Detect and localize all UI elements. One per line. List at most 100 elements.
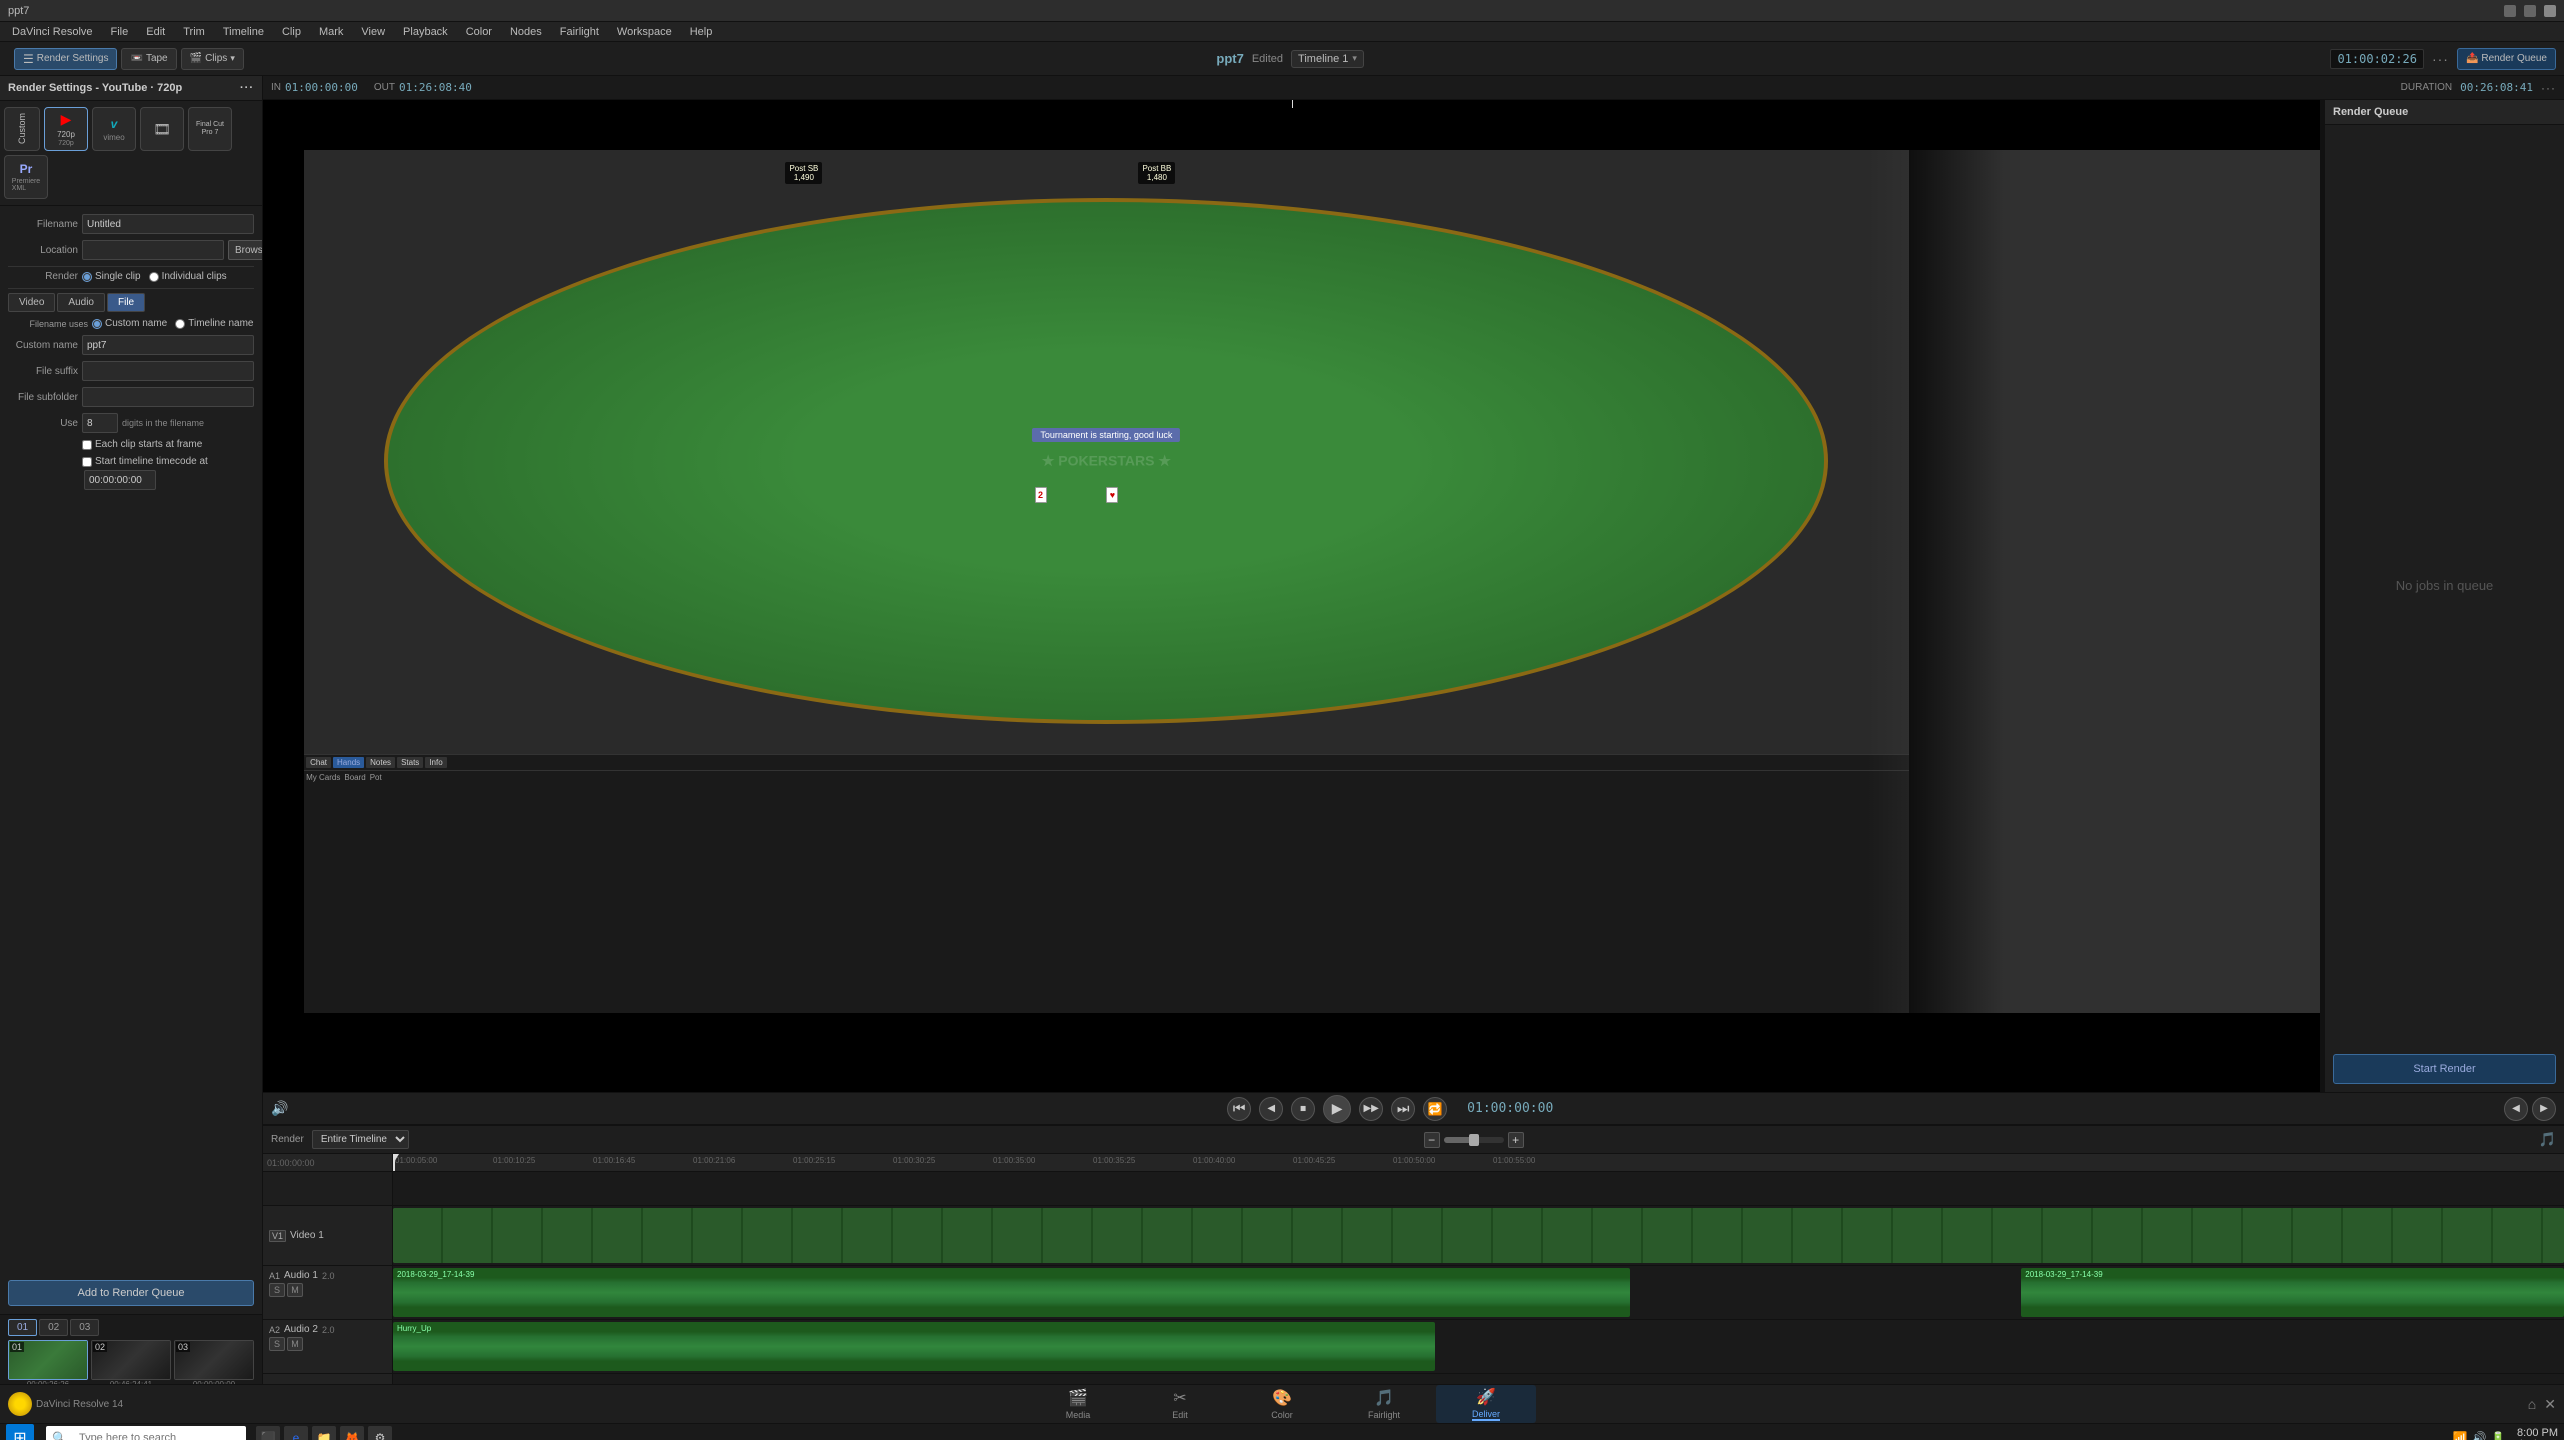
- taskbar-explorer-button[interactable]: 📁: [312, 1426, 336, 1440]
- browse-button[interactable]: Browse: [228, 240, 262, 260]
- tray-network-icon[interactable]: 📶: [2453, 1431, 2468, 1440]
- menu-timeline[interactable]: Timeline: [215, 22, 272, 42]
- menu-playback[interactable]: Playback: [395, 22, 456, 42]
- a1-solo-button[interactable]: S: [269, 1283, 285, 1297]
- a1-clip-2[interactable]: 2018-03-29_17-14-39: [2021, 1268, 2564, 1317]
- nav-fairlight[interactable]: 🎵 Fairlight: [1334, 1385, 1434, 1423]
- a2-solo-button[interactable]: S: [269, 1337, 285, 1351]
- file-subfolder-input[interactable]: [82, 387, 254, 407]
- menu-view[interactable]: View: [353, 22, 393, 42]
- individual-clips-radio[interactable]: [149, 272, 159, 282]
- maximize-button[interactable]: [2524, 5, 2536, 17]
- loop-button[interactable]: 🔁: [1423, 1097, 1447, 1121]
- a2-mute-button[interactable]: M: [287, 1337, 303, 1351]
- tape-button[interactable]: 📼 Tape: [121, 48, 176, 70]
- each-clip-checkbox-label[interactable]: Each clip starts at frame: [82, 439, 202, 450]
- individual-clips-option[interactable]: Individual clips: [149, 271, 227, 282]
- timeline-name-option[interactable]: Timeline name: [175, 318, 253, 329]
- location-input[interactable]: [82, 240, 224, 260]
- start-timecode-input[interactable]: [84, 470, 156, 490]
- a2-clip[interactable]: Hurry_Up: [393, 1322, 1435, 1371]
- three-dots-icon[interactable]: ···: [2432, 51, 2449, 67]
- preset-youtube[interactable]: ▶ 720p 720p: [44, 107, 88, 151]
- a1-clip-1[interactable]: 2018-03-29_17-14-39: [393, 1268, 1630, 1317]
- prev-frame-button[interactable]: ◀: [2504, 1097, 2528, 1121]
- tab-audio[interactable]: Audio: [57, 293, 105, 312]
- taskbar-search-input[interactable]: [71, 1426, 240, 1440]
- zoom-slider[interactable]: [1444, 1137, 1504, 1143]
- nav-home-icon[interactable]: ⌂: [2528, 1396, 2536, 1412]
- a1-mute-button[interactable]: M: [287, 1283, 303, 1297]
- menu-clip[interactable]: Clip: [274, 22, 309, 42]
- nav-settings-icon[interactable]: ✕: [2544, 1396, 2556, 1413]
- timecode-checkbox[interactable]: [82, 457, 92, 467]
- menu-workspace[interactable]: Workspace: [609, 22, 680, 42]
- volume-icon[interactable]: 🔊: [271, 1100, 288, 1117]
- nav-edit[interactable]: ✂ Edit: [1130, 1385, 1230, 1423]
- preset-film[interactable]: 🎞: [140, 107, 184, 151]
- menu-nodes[interactable]: Nodes: [502, 22, 550, 42]
- menu-trim[interactable]: Trim: [175, 22, 213, 42]
- add-to-render-queue-button[interactable]: Add to Render Queue: [8, 1280, 254, 1306]
- preset-vimeo[interactable]: v vimeo: [92, 107, 136, 151]
- preset-finalcut[interactable]: Final CutPro 7: [188, 107, 232, 151]
- single-clip-option[interactable]: Single clip: [82, 271, 141, 282]
- go-to-start-button[interactable]: ⏮: [1227, 1097, 1251, 1121]
- menu-file[interactable]: File: [103, 22, 137, 42]
- preset-custom[interactable]: Custom: [4, 107, 40, 151]
- menu-fairlight[interactable]: Fairlight: [552, 22, 607, 42]
- menu-davinci[interactable]: DaVinci Resolve: [4, 22, 101, 42]
- tab-video[interactable]: Video: [8, 293, 55, 312]
- custom-name-option[interactable]: Custom name: [92, 318, 167, 329]
- taskbar-ie-button[interactable]: e: [284, 1426, 308, 1440]
- clip-tab-02[interactable]: 02: [39, 1319, 68, 1336]
- timeline-selector[interactable]: Timeline 1 ▾: [1291, 50, 1364, 68]
- menu-color[interactable]: Color: [458, 22, 500, 42]
- filename-input[interactable]: [82, 214, 254, 234]
- taskbar-firefox-button[interactable]: 🦊: [340, 1426, 364, 1440]
- timeline-name-radio[interactable]: [175, 319, 185, 329]
- start-render-button[interactable]: Start Render: [2333, 1054, 2556, 1084]
- next-frame-button[interactable]: ▶: [2532, 1097, 2556, 1121]
- chat-tab[interactable]: Chat: [306, 757, 331, 768]
- stats-tab[interactable]: Stats: [397, 757, 423, 768]
- custom-name-radio[interactable]: [92, 319, 102, 329]
- menu-edit[interactable]: Edit: [138, 22, 173, 42]
- v1-clip[interactable]: [393, 1208, 2564, 1263]
- nav-color[interactable]: 🎨 Color: [1232, 1385, 1332, 1423]
- notes-tab[interactable]: Notes: [366, 757, 395, 768]
- entire-timeline-dropdown[interactable]: Entire Timeline: [312, 1130, 409, 1149]
- taskbar-app-button[interactable]: ⚙: [368, 1426, 392, 1440]
- clips-button[interactable]: 🎬 Clips ▾: [181, 48, 244, 70]
- zoom-out-button[interactable]: −: [1424, 1132, 1440, 1148]
- each-clip-checkbox[interactable]: [82, 440, 92, 450]
- single-clip-radio[interactable]: [82, 272, 92, 282]
- hands-tab[interactable]: Hands: [333, 757, 364, 768]
- nav-deliver[interactable]: 🚀 Deliver: [1436, 1385, 1536, 1423]
- preset-premiere[interactable]: Pr PremiereXML: [4, 155, 48, 199]
- tab-file[interactable]: File: [107, 293, 145, 312]
- menu-help[interactable]: Help: [682, 22, 721, 42]
- file-suffix-input[interactable]: [82, 361, 254, 381]
- step-back-button[interactable]: ◀: [1259, 1097, 1283, 1121]
- menu-mark[interactable]: Mark: [311, 22, 351, 42]
- stop-button[interactable]: ⏹: [1291, 1097, 1315, 1121]
- timecode-more-icon[interactable]: ···: [2541, 81, 2556, 95]
- start-button[interactable]: ⊞: [6, 1424, 34, 1440]
- zoom-handle[interactable]: [1469, 1134, 1479, 1146]
- info-tab[interactable]: Info: [425, 757, 446, 768]
- minimize-button[interactable]: [2504, 5, 2516, 17]
- v1-ctrl-btn[interactable]: V1: [269, 1230, 286, 1242]
- clip-tab-03[interactable]: 03: [70, 1319, 99, 1336]
- step-forward-button[interactable]: ▶▶: [1359, 1097, 1383, 1121]
- settings-more-icon[interactable]: ···: [240, 82, 254, 94]
- close-button[interactable]: [2544, 5, 2556, 17]
- go-to-end-button[interactable]: ⏭: [1391, 1097, 1415, 1121]
- render-queue-button[interactable]: 📤 Render Queue: [2457, 48, 2556, 70]
- nav-media[interactable]: 🎬 Media: [1028, 1385, 1128, 1423]
- zoom-in-button[interactable]: +: [1508, 1132, 1524, 1148]
- tray-battery-icon[interactable]: 🔋: [2491, 1431, 2506, 1440]
- render-settings-button[interactable]: ☰ Render Settings: [14, 48, 117, 70]
- clip-tab-01[interactable]: 01: [8, 1319, 37, 1336]
- tray-volume-icon[interactable]: 🔊: [2472, 1431, 2487, 1440]
